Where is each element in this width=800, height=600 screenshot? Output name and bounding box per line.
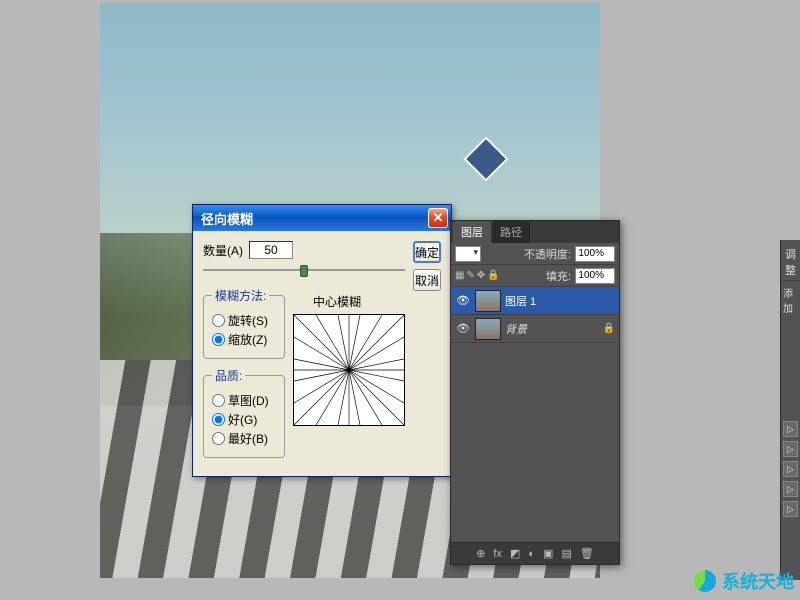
zoom-lines-icon (294, 315, 404, 425)
adjustments-hint: 添加 (781, 281, 800, 319)
adjustment-layer-icon[interactable]: ◐ (528, 548, 535, 560)
close-button[interactable]: ✕ (428, 208, 448, 228)
layer-thumbnail (475, 318, 501, 340)
tab-paths[interactable]: 路径 (492, 221, 530, 243)
quality-group: 品质: 草图(D) 好(G) 最好(B) (203, 367, 285, 458)
add-mask-icon[interactable]: ◩ (510, 547, 520, 560)
layer-name: 背景 (505, 321, 599, 337)
method-zoom-label: 缩放(Z) (228, 331, 267, 348)
radial-blur-dialog: 径向模糊 ✕ 数量(A) 模糊方法: 旋转(S) (192, 204, 452, 477)
quality-best-label: 最好(B) (228, 430, 268, 447)
fill-input[interactable] (575, 268, 615, 284)
opacity-label: 不透明度: (524, 246, 571, 262)
adjustments-panel-collapsed: 调整 添加 ▷ ▷ ▷ ▷ ▷ (780, 240, 800, 580)
expand-row-icon[interactable]: ▷ (783, 501, 798, 517)
amount-row: 数量(A) (203, 241, 405, 259)
fill-label: 填充: (546, 268, 571, 284)
watermark: 系统天地 (694, 568, 794, 594)
blend-mode-select[interactable] (455, 246, 481, 262)
watermark-logo-icon (694, 570, 716, 592)
delete-layer-icon[interactable]: 🗑 (580, 547, 594, 560)
ok-button[interactable]: 确定 (413, 241, 441, 263)
slider-thumb[interactable] (300, 265, 308, 277)
layer-name: 图层 1 (505, 293, 615, 309)
lock-all-icon[interactable]: 🔒 (487, 270, 499, 281)
expand-row-icon[interactable]: ▷ (783, 421, 798, 437)
method-spin-label: 旋转(S) (228, 312, 268, 329)
amount-label: 数量(A) (203, 242, 243, 259)
blur-center-label: 中心模糊 (313, 293, 405, 310)
fx-icon[interactable]: fx (493, 548, 502, 560)
layer-row-1[interactable]: 👁 图层 1 (451, 287, 619, 315)
lock-transparency-icon[interactable]: ▦ (455, 270, 464, 281)
close-icon: ✕ (433, 210, 444, 226)
blur-method-group: 模糊方法: 旋转(S) 缩放(Z) (203, 287, 285, 359)
visibility-toggle[interactable]: 👁 (455, 321, 471, 337)
quality-draft-option[interactable]: 草图(D) (212, 392, 276, 409)
dialog-title: 径向模糊 (201, 209, 428, 228)
lock-move-icon[interactable]: ✥ (477, 270, 485, 281)
link-layers-icon[interactable]: ⊕ (476, 547, 485, 560)
amount-slider[interactable] (203, 263, 405, 277)
quality-best-radio[interactable] (212, 432, 225, 445)
lock-icons-group: ▦ ✎ ✥ 🔒 (455, 270, 500, 281)
dialog-button-column: 确定 取消 (413, 241, 441, 466)
tab-layers[interactable]: 图层 (453, 221, 491, 243)
quality-good-label: 好(G) (228, 411, 257, 428)
quality-draft-label: 草图(D) (228, 392, 269, 409)
method-zoom-option[interactable]: 缩放(Z) (212, 331, 276, 348)
cancel-button[interactable]: 取消 (413, 269, 441, 291)
quality-best-option[interactable]: 最好(B) (212, 430, 276, 447)
dialog-titlebar[interactable]: 径向模糊 ✕ (193, 205, 451, 231)
new-layer-icon[interactable]: ▤ (561, 547, 571, 560)
adjustments-tab[interactable]: 调整 (781, 244, 800, 281)
method-zoom-radio[interactable] (212, 333, 225, 346)
panel-tabs: 图层 路径 (451, 221, 619, 243)
quality-good-option[interactable]: 好(G) (212, 411, 276, 428)
blend-opacity-row: 不透明度: (451, 243, 619, 265)
layer-list: 👁 图层 1 👁 背景 🔒 (451, 287, 619, 343)
lock-brush-icon[interactable]: ✎ (466, 270, 474, 281)
visibility-toggle[interactable]: 👁 (455, 293, 471, 309)
dialog-left-column: 数量(A) 模糊方法: 旋转(S) (203, 241, 405, 466)
blur-center-preview[interactable] (293, 314, 405, 426)
layer-row-background[interactable]: 👁 背景 🔒 (451, 315, 619, 343)
layers-panel: 图层 路径 不透明度: ▦ ✎ ✥ 🔒 填充: 👁 图层 1 👁 背景 🔒 (450, 220, 620, 565)
method-spin-radio[interactable] (212, 314, 225, 327)
method-spin-option[interactable]: 旋转(S) (212, 312, 276, 329)
quality-legend: 品质: (212, 367, 245, 384)
panel-footer: ⊕ fx ◩ ◐ ▣ ▤ 🗑 (451, 542, 619, 564)
opacity-input[interactable] (575, 246, 615, 262)
amount-input[interactable] (249, 241, 293, 259)
quality-draft-radio[interactable] (212, 394, 225, 407)
new-group-icon[interactable]: ▣ (543, 547, 553, 560)
expand-arrows: ▷ ▷ ▷ ▷ ▷ (781, 419, 800, 519)
blur-method-legend: 模糊方法: (212, 287, 269, 304)
dialog-body: 数量(A) 模糊方法: 旋转(S) (193, 231, 451, 476)
watermark-text: 系统天地 (722, 568, 794, 594)
lock-icon: 🔒 (603, 323, 615, 334)
expand-row-icon[interactable]: ▷ (783, 461, 798, 477)
quality-good-radio[interactable] (212, 413, 225, 426)
expand-row-icon[interactable]: ▷ (783, 441, 798, 457)
expand-row-icon[interactable]: ▷ (783, 481, 798, 497)
layer-thumbnail (475, 290, 501, 312)
pedestrian-sign (463, 136, 508, 181)
lock-fill-row: ▦ ✎ ✥ 🔒 填充: (451, 265, 619, 287)
